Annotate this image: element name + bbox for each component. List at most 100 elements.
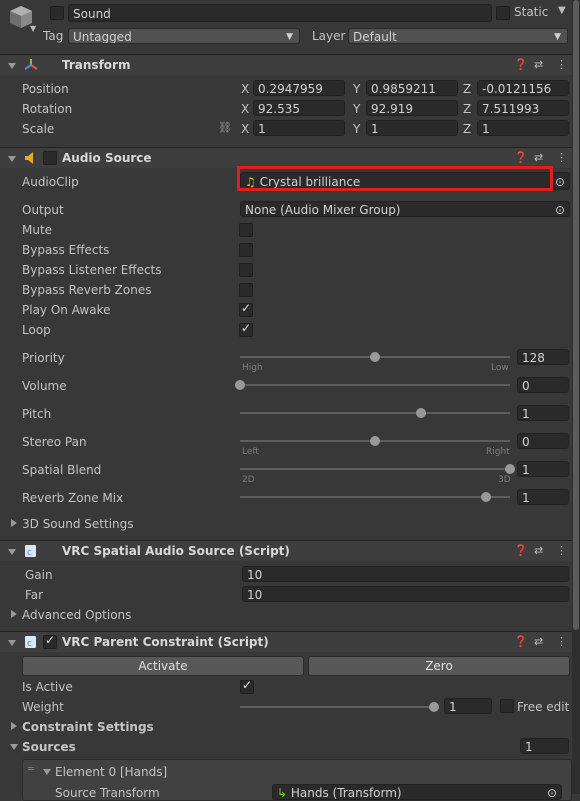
free-edit-checkbox[interactable] — [500, 699, 514, 713]
transform-header[interactable]: Transform ❓ ⇄ ⋮ — [0, 54, 572, 75]
axis-z-label[interactable]: Z — [463, 82, 471, 96]
stereo-pan-field[interactable]: 0 — [517, 433, 569, 449]
kebab-menu-icon[interactable]: ⋮ — [556, 58, 567, 71]
advanced-options-foldout[interactable]: Advanced Options — [22, 608, 131, 622]
axis-z-label[interactable]: Z — [463, 122, 471, 136]
object-picker-icon[interactable]: ⊙ — [547, 785, 557, 799]
preset-icon[interactable]: ⇄ — [534, 544, 543, 557]
activate-button[interactable]: Activate — [22, 656, 304, 676]
play-on-awake-checkbox[interactable] — [239, 301, 253, 317]
output-field[interactable]: None (Audio Mixer Group) ⊙ — [240, 201, 570, 217]
foldout-arrow-icon[interactable] — [43, 769, 51, 775]
foldout-arrow-icon[interactable] — [11, 519, 17, 527]
drag-handle-icon[interactable]: ═ — [28, 764, 34, 775]
foldout-arrow-icon[interactable] — [11, 722, 17, 730]
foldout-arrow-icon[interactable] — [10, 744, 18, 750]
weight-field[interactable]: 1 — [444, 698, 492, 714]
audio-source-header[interactable]: Audio Source ❓ ⇄ ⋮ — [0, 147, 572, 168]
parent-constraint-enabled-checkbox[interactable] — [43, 633, 57, 649]
far-field[interactable]: 10 — [242, 586, 569, 602]
stereo-pan-slider-knob[interactable] — [370, 436, 380, 446]
source-transform-field[interactable]: ↳ Hands (Transform) ⊙ — [272, 784, 562, 800]
scrollbar[interactable] — [572, 0, 580, 794]
kebab-menu-icon[interactable]: ⋮ — [556, 635, 567, 648]
priority-slider-knob[interactable] — [370, 352, 380, 362]
constraint-settings-foldout[interactable]: Constraint Settings — [22, 720, 154, 734]
object-picker-icon[interactable]: ⊙ — [555, 202, 565, 216]
object-picker-icon[interactable]: ⊙ — [555, 173, 565, 189]
rotation-y-field[interactable]: 92.919 — [366, 100, 458, 116]
help-icon[interactable]: ❓ — [514, 544, 528, 557]
position-z-field[interactable]: -0.0121156 — [477, 80, 569, 96]
object-name-field[interactable]: Sound — [68, 4, 492, 22]
help-icon[interactable]: ❓ — [514, 58, 528, 71]
kebab-menu-icon[interactable]: ⋮ — [556, 151, 567, 164]
help-icon[interactable]: ❓ — [514, 151, 528, 164]
weight-slider-track[interactable] — [240, 706, 434, 708]
pitch-slider-knob[interactable] — [415, 408, 426, 418]
tag-dropdown[interactable]: Untagged ▼ — [68, 28, 300, 44]
scrollbar-thumb[interactable] — [573, 0, 579, 630]
mute-checkbox[interactable] — [239, 223, 253, 237]
static-dropdown-icon[interactable]: ▼ — [558, 5, 566, 16]
bypass-effects-label: Bypass Effects — [22, 243, 110, 257]
spatial-blend-field[interactable]: 1 — [517, 461, 569, 477]
position-y-field[interactable]: 0.9859211 — [366, 80, 458, 96]
rotation-x-field[interactable]: 92.535 — [253, 100, 345, 116]
weight-slider-knob[interactable] — [429, 702, 439, 712]
reverb-zone-mix-slider-track[interactable] — [240, 496, 510, 498]
foldout-arrow-icon[interactable] — [11, 610, 17, 618]
position-x-field[interactable]: 0.2947959 — [253, 80, 345, 96]
play-on-awake-label: Play On Awake — [22, 303, 111, 317]
axis-y-label[interactable]: Y — [353, 82, 360, 96]
pitch-label: Pitch — [22, 407, 52, 421]
bypass-reverb-label: Bypass Reverb Zones — [22, 283, 152, 297]
scale-z-field[interactable]: 1 — [477, 120, 569, 136]
kebab-menu-icon[interactable]: ⋮ — [556, 544, 567, 557]
preset-icon[interactable]: ⇄ — [534, 58, 543, 71]
rotation-z-field[interactable]: 7.511993 — [477, 100, 569, 116]
axis-x-label[interactable]: X — [241, 122, 249, 136]
reverb-zone-mix-label: Reverb Zone Mix — [22, 491, 124, 505]
is-active-checkbox[interactable] — [240, 678, 254, 694]
help-icon[interactable]: ❓ — [514, 635, 528, 648]
preset-icon[interactable]: ⇄ — [534, 635, 543, 648]
gain-field[interactable]: 10 — [242, 566, 569, 582]
volume-slider-track[interactable] — [240, 384, 510, 386]
spatial-blend-slider-knob[interactable] — [505, 464, 515, 474]
vrc-spatial-audio-header[interactable]: c VRC Spatial Audio Source (Script) ❓ ⇄ … — [0, 540, 572, 561]
preset-icon[interactable]: ⇄ — [534, 151, 543, 164]
sources-foldout[interactable]: Sources — [22, 740, 76, 754]
layer-dropdown[interactable]: Default ▼ — [348, 28, 568, 44]
static-checkbox[interactable] — [496, 6, 510, 20]
bypass-reverb-checkbox[interactable] — [239, 283, 253, 297]
axis-x-label[interactable]: X — [241, 82, 249, 96]
axis-y-label[interactable]: Y — [353, 122, 360, 136]
scale-x-field[interactable]: 1 — [253, 120, 345, 136]
vrc-parent-constraint-header[interactable]: c VRC Parent Constraint (Script) ❓ ⇄ ⋮ — [0, 631, 572, 652]
axis-z-label[interactable]: Z — [463, 102, 471, 116]
volume-slider-knob[interactable] — [235, 380, 245, 390]
active-toggle[interactable] — [50, 6, 64, 20]
icon-dropdown-arrow[interactable]: ▼ — [30, 24, 36, 33]
volume-field[interactable]: 0 — [517, 377, 569, 393]
pitch-field[interactable]: 1 — [517, 405, 569, 421]
axis-y-label[interactable]: Y — [353, 102, 360, 116]
zero-button[interactable]: Zero — [308, 656, 570, 676]
reverb-zone-mix-field[interactable]: 1 — [517, 489, 569, 505]
scale-y-field[interactable]: 1 — [366, 120, 458, 136]
sources-count-field[interactable]: 1 — [520, 738, 569, 754]
reverb-zone-mix-slider-knob[interactable] — [480, 492, 491, 502]
loop-checkbox[interactable] — [239, 321, 253, 337]
stereo-pan-max-label: Right — [486, 447, 510, 457]
link-scale-icon[interactable]: ⛓ — [218, 121, 232, 134]
element-0-label[interactable]: Element 0 [Hands] — [55, 765, 167, 779]
axis-x-label[interactable]: X — [241, 102, 249, 116]
spatial-blend-slider-track[interactable] — [240, 468, 510, 470]
audio-source-enabled-checkbox[interactable] — [43, 151, 57, 165]
bypass-effects-checkbox[interactable] — [239, 243, 253, 257]
pitch-slider-track[interactable] — [240, 412, 510, 414]
bypass-listener-checkbox[interactable] — [239, 263, 253, 277]
3d-sound-settings-foldout[interactable]: 3D Sound Settings — [22, 517, 134, 531]
priority-field[interactable]: 128 — [517, 349, 569, 365]
